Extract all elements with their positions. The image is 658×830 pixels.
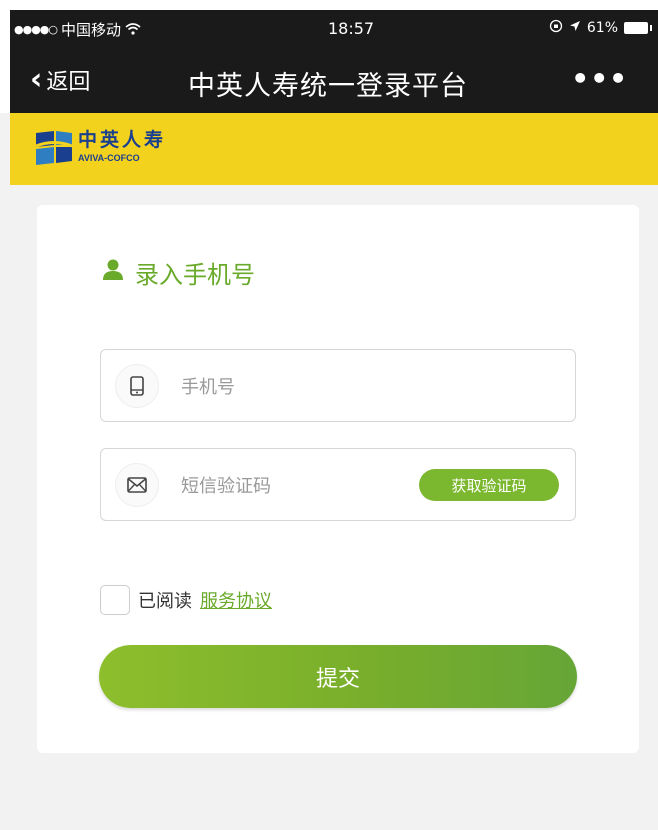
brand-logo: 中英人寿 AVIVA-COFCO: [34, 127, 166, 167]
page-title: 中英人寿统一登录平台: [188, 71, 468, 102]
service-agreement-link[interactable]: 服务协议: [200, 587, 272, 613]
section-title-text: 录入手机号: [135, 261, 255, 289]
location-arrow-icon: [569, 20, 581, 36]
section-title: 录入手机号: [103, 255, 255, 290]
carrier-name: 中国移动: [61, 21, 122, 39]
chevron-left-icon: ‹: [30, 62, 43, 97]
battery-icon: [624, 22, 652, 34]
back-label: 返回: [46, 70, 91, 95]
wifi-icon: [125, 21, 141, 39]
submit-button[interactable]: 提交: [99, 645, 577, 708]
top-bar: ●●●●○ 中国移动 18:57 61% ‹ 返回 中英人寿统一登录平台 •••: [0, 0, 658, 113]
agreement-row: 已阅读 服务协议: [100, 585, 272, 615]
brand-bar: 中英人寿 AVIVA-COFCO: [10, 113, 658, 185]
brand-name-en: AVIVA-COFCO: [78, 153, 140, 163]
login-card: 录入手机号 获取验证码 已阅读 服务协议 提交: [37, 205, 639, 753]
logo-mark-icon: [34, 127, 74, 167]
status-right: 61%: [549, 19, 652, 37]
sms-code-input[interactable]: [179, 471, 413, 501]
battery-percent: 61%: [586, 20, 618, 36]
more-options-button[interactable]: •••: [571, 62, 628, 95]
agree-prefix: 已阅读: [138, 591, 192, 612]
nav-bar: ‹ 返回 中英人寿统一登录平台 •••: [10, 50, 658, 113]
brand-name-cn: 中英人寿: [78, 129, 167, 151]
phone-field: [100, 349, 576, 422]
logo-text: 中英人寿 AVIVA-COFCO: [78, 131, 166, 163]
back-button[interactable]: ‹ 返回: [30, 64, 90, 96]
envelope-icon: [115, 463, 159, 507]
orientation-lock-icon: [549, 19, 563, 37]
user-icon: [103, 259, 123, 287]
phone-input[interactable]: [179, 372, 413, 402]
status-left: ●●●●○ 中国移动: [14, 19, 141, 40]
get-code-button[interactable]: 获取验证码: [419, 469, 559, 501]
phone-icon: [115, 364, 159, 408]
status-bar: ●●●●○ 中国移动 18:57 61%: [10, 10, 658, 46]
signal-strength-icon: ●●●●○: [14, 23, 58, 36]
agree-checkbox[interactable]: [100, 585, 130, 615]
status-time: 18:57: [328, 19, 375, 38]
sms-code-field: 获取验证码: [100, 448, 576, 521]
